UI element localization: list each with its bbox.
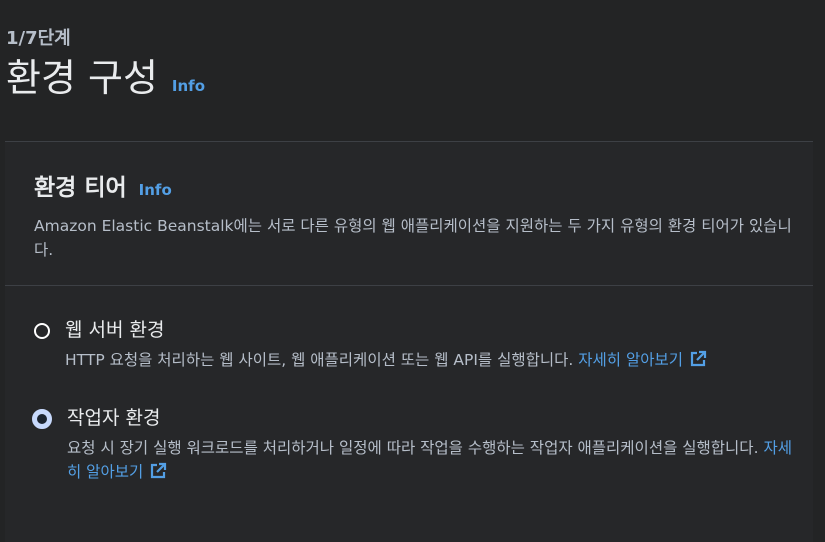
worker-description: 요청 시 장기 실행 워크로드를 처리하거나 일정에 따라 작업을 수행하는 작…	[67, 436, 797, 484]
worker-title: 작업자 환경	[67, 407, 161, 429]
panel-info-link[interactable]: Info	[139, 181, 172, 199]
tier-option-web-server[interactable]: 웹 서버 환경 HTTP 요청을 처리하는 웹 사이트, 웹 애플리케이션 또는…	[34, 318, 794, 372]
web-server-description-text: HTTP 요청을 처리하는 웹 사이트, 웹 애플리케이션 또는 웹 API를 …	[65, 351, 574, 369]
tier-option-worker[interactable]: 작업자 환경 요청 시 장기 실행 워크로드를 처리하거나 일정에 따라 작업을…	[32, 406, 797, 484]
worker-description-text: 요청 시 장기 실행 워크로드를 처리하거나 일정에 따라 작업을 수행하는 작…	[67, 439, 759, 457]
page-info-link[interactable]: Info	[172, 77, 205, 95]
panel-title-row: 환경 티어 Info	[34, 168, 794, 202]
tier-option-body: 웹 서버 환경 HTTP 요청을 처리하는 웹 사이트, 웹 애플리케이션 또는…	[65, 318, 795, 372]
web-server-learn-more-label: 자세히 알아보기	[578, 351, 684, 369]
panel-header: 환경 티어 Info Amazon Elastic Beanstalk에는 서로…	[34, 168, 794, 262]
external-link-icon	[690, 350, 707, 367]
web-server-learn-more-link[interactable]: 자세히 알아보기	[578, 350, 707, 369]
panel-title: 환경 티어	[34, 175, 127, 201]
divider	[5, 285, 813, 286]
environment-tier-panel: 환경 티어 Info Amazon Elastic Beanstalk에는 서로…	[5, 141, 813, 542]
worker-radio[interactable]	[32, 409, 52, 429]
page-title: 환경 구성	[6, 56, 158, 100]
tier-option-body: 작업자 환경 요청 시 장기 실행 워크로드를 처리하거나 일정에 따라 작업을…	[67, 406, 797, 484]
web-server-radio[interactable]	[34, 323, 50, 339]
web-server-title: 웹 서버 환경	[65, 319, 165, 341]
panel-description: Amazon Elastic Beanstalk에는 서로 다른 유형의 웹 애…	[34, 217, 792, 259]
page-header: 환경 구성 Info	[6, 56, 205, 100]
step-indicator: 1/7단계	[6, 28, 71, 49]
web-server-description: HTTP 요청을 처리하는 웹 사이트, 웹 애플리케이션 또는 웹 API를 …	[65, 348, 795, 372]
external-link-icon	[151, 462, 167, 479]
